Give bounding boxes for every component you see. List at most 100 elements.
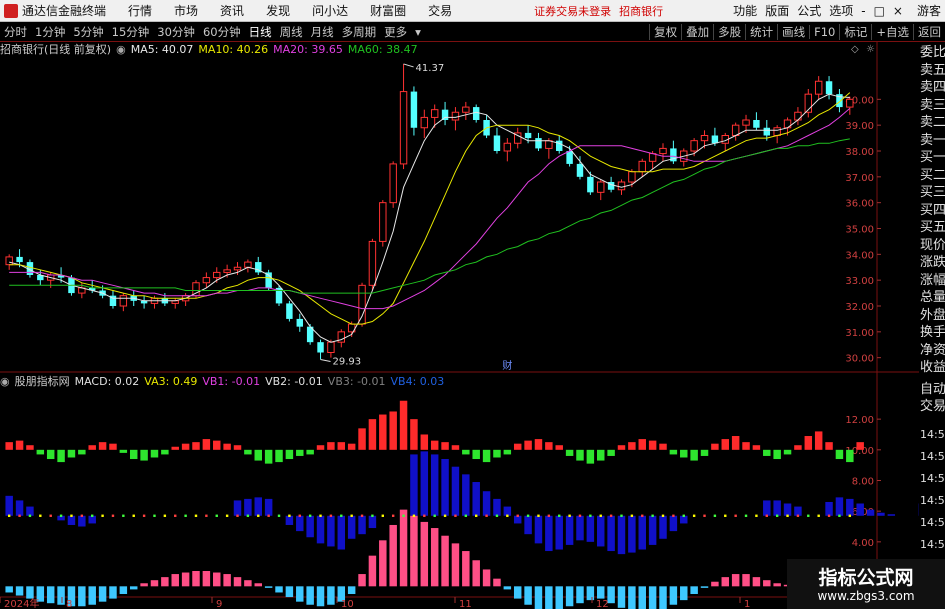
signal-dot [651,514,654,517]
redgreen-bar [482,449,491,463]
redgreen-bar [669,449,678,455]
blue-bar [534,515,543,544]
quote-panel-label[interactable]: 14:56 [920,538,945,552]
signal-dot [641,514,644,517]
quote-side-panel[interactable]: 委比卖五卖四卖三卖二卖一买一买二买三买四买五现价涨跌涨幅总量外盘换手净资收益自动… [919,42,945,609]
signal-dot [661,514,665,517]
quote-panel-label[interactable]: 收益 [920,361,945,375]
redgreen-bar [192,442,200,450]
quote-panel-label[interactable]: 涨跌 [920,256,945,270]
cyanpink-bar [617,586,626,608]
candle-body-up [119,295,128,307]
chart-canvas[interactable]: 40.0039.0038.0037.0036.0035.0034.0033.00… [0,0,919,609]
quote-panel-label[interactable]: 14:56 [920,494,945,508]
signal-dot [495,514,499,517]
redgreen-bar [607,449,615,456]
quote-panel-label[interactable]: 卖三 [920,98,945,113]
quote-panel-label[interactable]: 卖一 [920,133,945,148]
quote-panel-label[interactable]: 14:56 [920,516,945,530]
candle-body-up [628,171,636,183]
quote-panel-label[interactable]: 自动 [920,382,945,397]
guest-label[interactable]: 游客 [917,2,941,19]
cyanpink-bar [161,577,169,587]
quote-panel-label[interactable]: 换手 [920,326,945,340]
time-tick-label: 1 [744,599,750,609]
candle-body-up [451,111,460,121]
cyanpink-bar [98,586,107,602]
cyanpink-bar [690,586,698,594]
redgreen-bar [659,443,667,450]
redgreen-bar [451,445,460,450]
blue-bar [430,454,439,516]
quote-panel-label[interactable]: 14:56 [920,450,945,464]
signal-dot [122,514,125,517]
signal-dot [298,514,301,517]
cyanpink-bar [493,578,501,587]
cyanpink-bar [233,577,242,587]
cyanpink-bar [441,535,449,587]
quote-panel-label[interactable]: 交易 [920,400,945,414]
quote-panel-label[interactable]: 涨幅 [920,273,945,288]
cyanpink-bar [597,586,605,599]
candle-body-up [5,256,13,266]
cyanpink-bar [763,580,771,587]
signal-dot [713,514,717,517]
time-tick-label: 10 [341,599,354,609]
signal-dot [80,514,84,517]
cyanpink-bar [129,586,138,590]
cyanpink-bar [648,586,657,609]
blue-bar [835,497,844,516]
quote-panel-label[interactable]: 净资 [920,343,945,358]
cyanpink-bar [150,580,159,587]
candle-body-up [617,181,626,191]
quote-panel-label[interactable]: 买一 [920,151,945,165]
quote-panel-label[interactable]: 14:56 [920,428,945,442]
candle-body-down [711,135,719,144]
candle-body-up [545,140,553,149]
signal-dot [7,514,11,517]
signal-dot [475,514,478,517]
cyanpink-bar [254,583,262,587]
quote-panel-label[interactable]: 买三 [920,186,945,200]
signal-dot [267,514,270,517]
quote-panel-label[interactable]: 委比 [920,46,945,60]
redgreen-bar [410,419,418,450]
candle-body-up [814,80,823,95]
signal-dot [796,514,800,517]
blue-bar [441,459,449,516]
candle-body-up [430,109,439,118]
signal-dot [39,514,42,517]
quote-panel-label[interactable]: 14:56 [920,472,945,486]
quote-panel-label[interactable]: 卖四 [920,81,945,95]
signal-dot [485,514,488,517]
blue-bar [451,466,460,516]
cyanpink-bar [213,572,221,587]
time-tick-label: 12 [596,599,609,609]
quote-panel-label[interactable]: 买二 [920,168,945,183]
blue-bar [26,506,34,516]
cyanpink-bar [389,524,397,587]
blue-bar [669,515,678,532]
quote-panel-label[interactable]: 买四 [920,203,945,218]
quote-panel-label[interactable]: 买五 [920,221,945,235]
price-tick-label: 33.00 [845,276,874,287]
quote-panel-label[interactable]: 总量 [920,291,945,305]
quote-panel-label[interactable]: 卖五 [920,63,945,78]
redgreen-bar [119,449,128,453]
blue-bar [794,506,802,516]
cyanpink-bar [275,586,283,593]
quote-panel-label[interactable]: 外盘 [920,308,945,323]
signal-dot [277,514,281,517]
cyanpink-bar [503,586,512,590]
quote-panel-label[interactable]: 现价 [920,238,945,253]
signal-dot [111,514,115,517]
redgreen-bar [57,449,65,463]
redgreen-bar [347,443,356,450]
candle-body-up [399,91,408,165]
candle-body-down [763,127,771,136]
blue-bar [877,512,885,516]
candle-body-up [462,106,470,113]
cyanpink-bar [752,577,761,587]
quote-panel-label[interactable]: 卖二 [920,116,945,130]
candle-body-down [556,140,563,151]
